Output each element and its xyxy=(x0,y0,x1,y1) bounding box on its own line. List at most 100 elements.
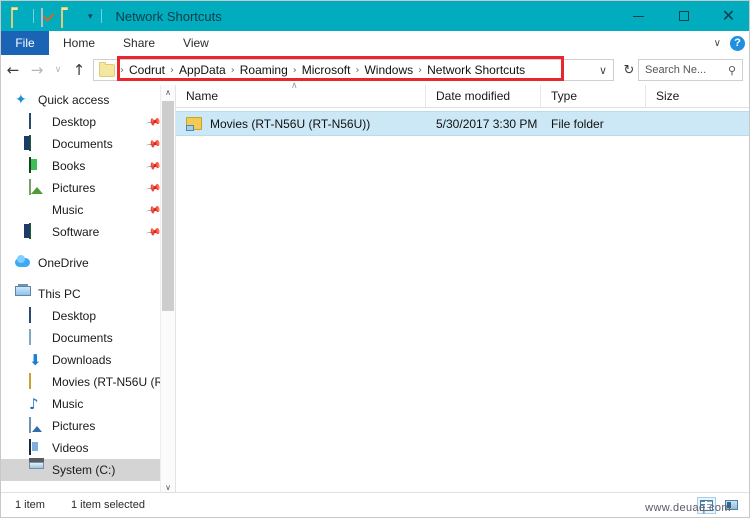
status-bar: 1 item 1 item selected xyxy=(1,492,749,517)
breadcrumb: Codrut › AppData › Roaming › Microsoft ›… xyxy=(125,63,529,77)
chevron-down-icon-address[interactable]: ∨ xyxy=(599,64,607,77)
scrollbar-thumb[interactable] xyxy=(162,101,174,311)
sidebar-item-books[interactable]: Books 📌 xyxy=(1,155,175,177)
navigation-pane-scrollbar[interactable]: ∧ ∨ xyxy=(160,85,175,495)
sidebar-item-pictures-pc[interactable]: Pictures xyxy=(1,415,175,437)
qat-divider-2 xyxy=(100,9,102,23)
sidebar-item-music-qa[interactable]: Music 📌 xyxy=(1,199,175,221)
sidebar-item-pictures-qa[interactable]: Pictures 📌 xyxy=(1,177,175,199)
pin-icon[interactable]: 📌 xyxy=(145,202,162,218)
close-button[interactable]: ✕ xyxy=(706,1,749,31)
folder-icon[interactable] xyxy=(11,8,28,28)
title-bar: ▾ Network Shortcuts ✕ xyxy=(1,1,749,31)
sidebar-item-documents-qa[interactable]: Documents 📌 xyxy=(1,133,175,155)
properties-icon[interactable] xyxy=(39,7,56,27)
maximize-button[interactable] xyxy=(661,1,706,31)
navigation-pane: ✦ Quick access Desktop 📌 Documents 📌 Boo… xyxy=(1,85,176,495)
pin-icon[interactable]: 📌 xyxy=(145,180,162,196)
address-input[interactable]: › Codrut › AppData › Roaming › Microsoft… xyxy=(93,59,614,81)
pin-icon[interactable]: 📌 xyxy=(145,224,162,240)
sidebar-group-onedrive[interactable]: OneDrive xyxy=(1,252,175,274)
column-header-type[interactable]: Type xyxy=(541,85,646,107)
search-input[interactable]: Search Ne... ⚲ xyxy=(638,59,743,81)
software-green-icon xyxy=(29,223,45,240)
pin-icon[interactable]: 📌 xyxy=(145,158,162,174)
music-note-icon: ♪ xyxy=(29,395,39,413)
column-header-size[interactable]: Size xyxy=(646,85,746,107)
qat-divider xyxy=(33,9,34,23)
video-icon xyxy=(29,439,45,456)
sidebar-label-movies: Movies (RT-N56U (RT-N5 xyxy=(52,375,176,389)
sidebar-gap-1 xyxy=(1,243,175,252)
sidebar-item-desktop-pc[interactable]: Desktop xyxy=(1,305,175,327)
quick-access-toolbar: ▾ xyxy=(1,7,102,28)
minimize-button[interactable] xyxy=(616,1,661,31)
recent-locations-button[interactable]: ∨ xyxy=(49,65,67,75)
status-item-count: 1 item xyxy=(15,499,45,511)
breadcrumb-item-network-shortcuts[interactable]: Network Shortcuts xyxy=(423,63,529,77)
sidebar-item-music-pc[interactable]: ♪ Music xyxy=(1,393,175,415)
sidebar-item-videos[interactable]: Videos xyxy=(1,437,175,459)
folder-icon xyxy=(29,373,45,390)
column-label-type: Type xyxy=(551,89,578,103)
close-icon: ✕ xyxy=(721,6,736,25)
up-button[interactable]: ↑ xyxy=(67,62,91,78)
scroll-up-icon[interactable]: ∧ xyxy=(161,85,175,100)
tab-home[interactable]: Home xyxy=(49,31,109,55)
breadcrumb-item-microsoft[interactable]: Microsoft xyxy=(298,63,355,77)
ribbon-tab-strip: File Home Share View ∨ ? xyxy=(1,31,749,56)
explorer-content: ✦ Quick access Desktop 📌 Documents 📌 Boo… xyxy=(1,81,749,495)
sidebar-item-system-c[interactable]: System (C:) xyxy=(1,459,175,481)
forward-button[interactable]: → xyxy=(25,62,49,78)
pin-icon[interactable]: 📌 xyxy=(145,136,162,152)
monitor-icon xyxy=(29,307,45,324)
file-name-cell: Movies (RT-N56U (RT-N56U)) xyxy=(176,117,426,131)
star-icon: ✦ xyxy=(15,92,27,108)
picture-icon xyxy=(29,417,45,434)
sidebar-item-movies[interactable]: Movies (RT-N56U (RT-N5 xyxy=(1,371,175,393)
breadcrumb-item-windows[interactable]: Windows xyxy=(360,63,417,77)
sidebar-group-quick-access[interactable]: ✦ Quick access xyxy=(1,89,175,111)
sidebar-label-pictures-qa: Pictures xyxy=(52,181,96,195)
column-header-name[interactable]: Name ∧ xyxy=(176,81,426,107)
back-button[interactable]: ← xyxy=(1,62,25,78)
breadcrumb-item-roaming[interactable]: Roaming xyxy=(236,63,292,77)
table-row[interactable]: Movies (RT-N56U (RT-N56U)) 5/30/2017 3:3… xyxy=(176,111,749,136)
window-title: Network Shortcuts xyxy=(115,8,222,24)
sidebar-label-desktop-pc: Desktop xyxy=(52,309,97,323)
sidebar-label-documents-qa: Documents xyxy=(52,137,113,151)
pictures-green-icon xyxy=(29,179,45,196)
sidebar-item-documents-pc[interactable]: Documents xyxy=(1,327,175,349)
cloud-icon xyxy=(15,255,31,271)
column-header-date-modified[interactable]: Date modified xyxy=(426,85,541,107)
sidebar-item-downloads[interactable]: ⬇ Downloads xyxy=(1,349,175,371)
pin-icon[interactable]: 📌 xyxy=(145,114,162,130)
tab-file[interactable]: File xyxy=(1,31,49,55)
sort-ascending-icon: ∧ xyxy=(291,81,298,91)
sidebar-item-desktop-qa[interactable]: Desktop 📌 xyxy=(1,111,175,133)
sidebar-label-downloads: Downloads xyxy=(52,353,112,367)
sidebar-group-this-pc[interactable]: This PC xyxy=(1,283,175,305)
breadcrumb-item-codrut[interactable]: Codrut xyxy=(125,63,169,77)
refresh-button[interactable]: ↻ xyxy=(620,64,638,77)
file-explorer-window: ▾ Network Shortcuts ✕ File Home Share Vi… xyxy=(0,0,750,518)
tab-view[interactable]: View xyxy=(169,31,223,55)
column-label-size: Size xyxy=(656,89,680,103)
music-green-icon xyxy=(29,202,45,218)
file-date-cell: 5/30/2017 3:30 PM xyxy=(436,116,538,131)
sidebar-label-desktop-qa: Desktop xyxy=(52,115,97,129)
address-bar-controls: ∨ xyxy=(599,64,613,77)
status-selection-count: 1 item selected xyxy=(70,499,145,511)
chevron-down-icon[interactable]: ▾ xyxy=(85,11,96,21)
chevron-down-icon-ribbon[interactable]: ∨ xyxy=(714,38,721,49)
help-icon[interactable]: ? xyxy=(730,35,745,51)
new-folder-icon[interactable] xyxy=(61,8,78,28)
download-arrow-icon: ⬇ xyxy=(29,351,42,369)
tab-share[interactable]: Share xyxy=(109,31,169,55)
breadcrumb-item-appdata[interactable]: AppData xyxy=(175,63,230,77)
column-label-name: Name xyxy=(186,89,219,103)
file-list-pane: Name ∧ Date modified Type Size Movies (R… xyxy=(176,81,749,495)
books-green-icon xyxy=(29,157,45,174)
file-type-cell: File folder xyxy=(551,116,604,131)
sidebar-item-software[interactable]: Software 📌 xyxy=(1,221,175,243)
